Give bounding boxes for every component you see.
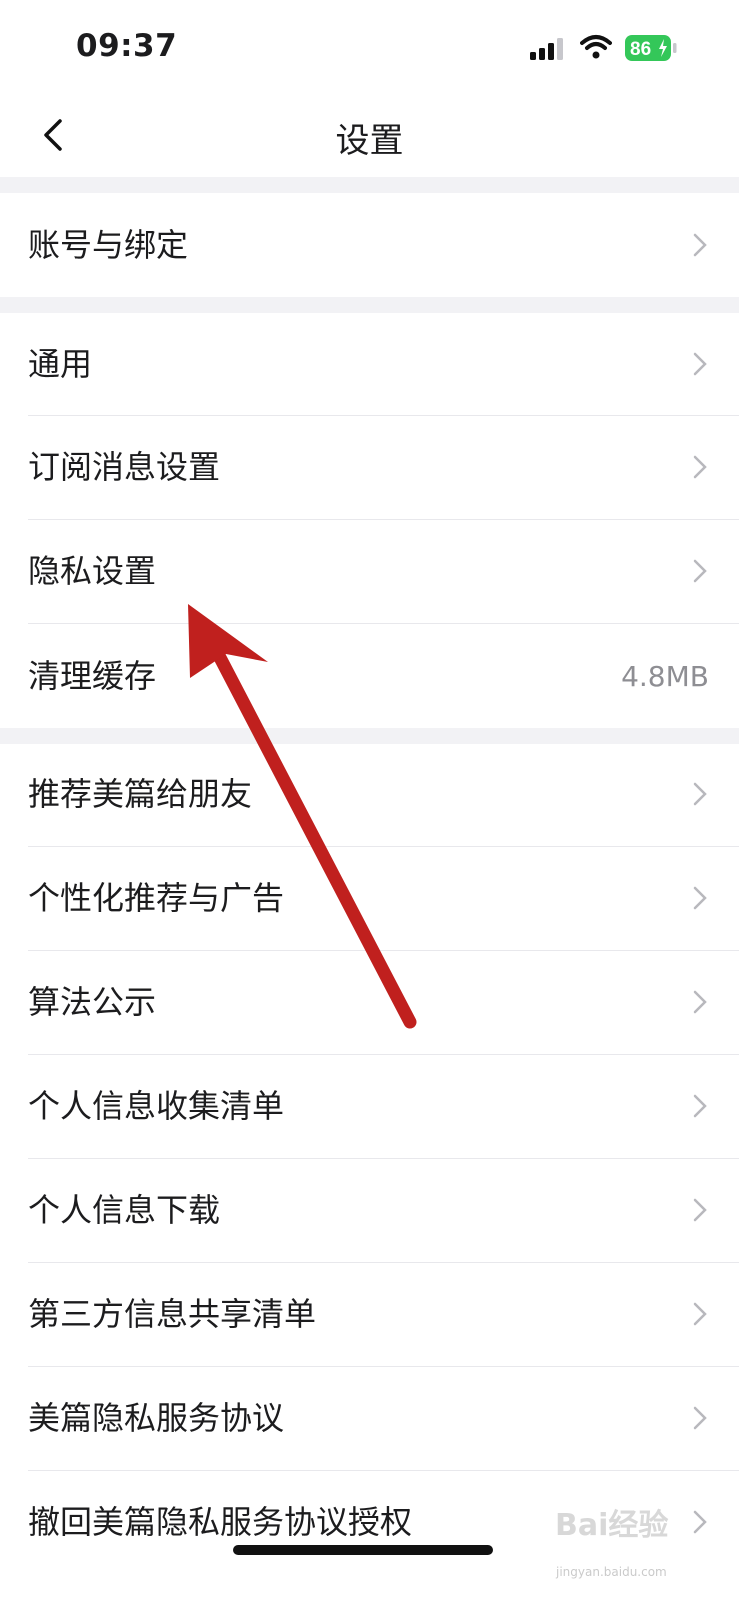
chevron-right-icon [693,1406,707,1430]
page-title: 设置 [335,121,404,161]
chevron-right-icon [693,1510,707,1534]
settings-item-subscription-messages[interactable]: 订阅消息设置 [0,416,739,519]
chevron-right-icon [693,455,707,479]
settings-item-privacy-agreement[interactable]: 美篇隐私服务协议 [0,1367,739,1470]
status-bar: 09:37 86 [0,0,739,95]
settings-item-label: 算法公示 [28,983,157,1021]
settings-item-personal-info-collection[interactable]: 个人信息收集清单 [0,1055,739,1158]
settings-item-label: 个人信息下载 [28,1191,221,1229]
baidu-watermark-url: jingyan.baidu.com [556,1565,667,1579]
chevron-right-icon [693,886,707,910]
settings-item-personal-info-download[interactable]: 个人信息下载 [0,1159,739,1262]
baidu-watermark: Bai经验 [555,1508,669,1543]
settings-item-label: 隐私设置 [28,552,157,590]
cache-size-value: 4.8MB [621,660,709,693]
status-time: 09:37 [76,28,178,64]
chevron-right-icon [693,1302,707,1326]
section-divider [0,728,739,744]
settings-item-label: 撤回美篇隐私服务协议授权 [28,1503,413,1541]
settings-item-algorithm-disclosure[interactable]: 算法公示 [0,951,739,1054]
settings-item-label: 美篇隐私服务协议 [28,1399,285,1437]
settings-item-label: 推荐美篇给朋友 [28,775,253,813]
settings-item-label: 账号与绑定 [28,226,189,264]
settings-item-label: 第三方信息共享清单 [28,1295,317,1333]
battery-icon: 86 [625,35,677,61]
battery-level: 86 [630,39,651,60]
wifi-icon [580,35,612,59]
chevron-right-icon [693,559,707,583]
settings-item-recommend-to-friends[interactable]: 推荐美篇给朋友 [0,744,739,846]
settings-item-privacy[interactable]: 隐私设置 [0,520,739,623]
home-indicator [233,1545,493,1555]
cellular-signal-icon [530,38,563,60]
settings-item-third-party-sharing[interactable]: 第三方信息共享清单 [0,1263,739,1366]
settings-item-label: 个性化推荐与广告 [28,879,285,917]
settings-item-clear-cache[interactable]: 清理缓存 4.8MB [0,624,739,728]
section-divider [0,177,739,193]
settings-item-personalized-ads[interactable]: 个性化推荐与广告 [0,847,739,950]
chevron-right-icon [693,233,707,257]
settings-item-label: 订阅消息设置 [28,448,221,486]
settings-item-label: 清理缓存 [28,657,157,695]
chevron-right-icon [693,352,707,376]
chevron-right-icon [693,1094,707,1118]
settings-item-label: 个人信息收集清单 [28,1087,285,1125]
chevron-right-icon [693,1198,707,1222]
settings-item-general[interactable]: 通用 [0,313,739,416]
nav-bar: 设置 [0,95,739,177]
settings-item-label: 通用 [28,345,93,383]
section-divider [0,297,739,313]
chevron-right-icon [693,782,707,806]
settings-item-account-binding[interactable]: 账号与绑定 [0,193,739,297]
chevron-right-icon [693,990,707,1014]
